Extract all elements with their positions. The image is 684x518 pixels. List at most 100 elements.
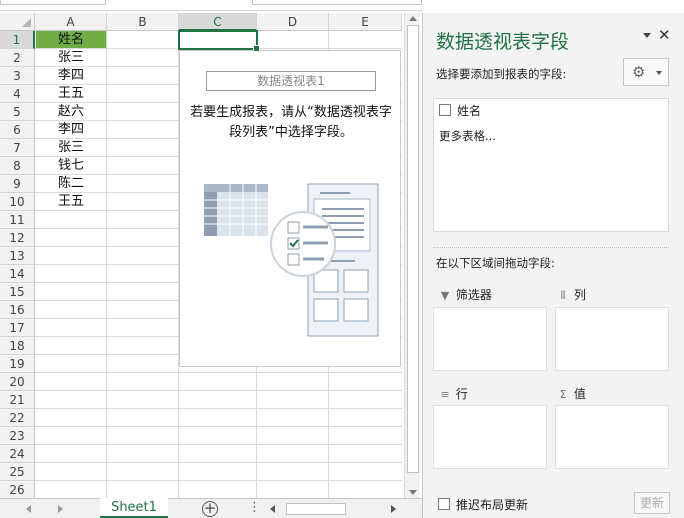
worksheet-grid[interactable]: A B C D E 1 2 3 4 5 6 7 8 9 10 11 12 13 14 15 16 17 18 19 2… (0, 13, 402, 498)
header-cell-a1[interactable]: 姓名 (36, 31, 106, 48)
values-drop-area[interactable] (555, 405, 669, 469)
sheet-tab-bar: Sheet1 + ⋮ (0, 498, 422, 518)
filters-drop-area[interactable] (433, 307, 547, 371)
row-header[interactable]: 20 (0, 373, 35, 391)
scrollbar-thumb[interactable] (286, 503, 346, 515)
data-cell[interactable]: 王五 (36, 85, 106, 102)
row-header[interactable]: 8 (0, 157, 35, 175)
row-header[interactable]: 22 (0, 409, 35, 427)
gridline (106, 31, 107, 498)
row-header[interactable]: 9 (0, 175, 35, 193)
row-header[interactable]: 2 (0, 49, 35, 67)
scroll-up-icon[interactable] (409, 16, 417, 21)
data-cell[interactable]: 赵六 (36, 103, 106, 120)
filter-icon: ▼ (440, 289, 450, 302)
more-tables-link[interactable]: 更多表格... (439, 128, 496, 144)
row-header[interactable]: 13 (0, 247, 35, 265)
row-header[interactable]: 25 (0, 463, 35, 481)
gridline (35, 372, 402, 373)
gridline (35, 408, 402, 409)
data-cell[interactable]: 钱七 (36, 157, 106, 174)
gridline (35, 444, 402, 445)
dropdown-icon[interactable] (643, 33, 651, 38)
horizontal-scrollbar[interactable] (266, 502, 400, 516)
columns-drop-area[interactable] (555, 307, 669, 371)
tools-button[interactable]: ⚙ (623, 58, 669, 86)
pane-title: 数据透视表字段 (436, 31, 570, 53)
values-label: 值 (573, 387, 586, 401)
pivot-table-placeholder[interactable]: 数据透视表1 若要生成报表，请从“数据透视表字段列表”中选择字段。 (179, 50, 401, 367)
row-header[interactable]: 17 (0, 319, 35, 337)
row-header[interactable]: 7 (0, 139, 35, 157)
rows-label: 行 (455, 387, 468, 401)
row-header[interactable]: 3 (0, 67, 35, 85)
data-cell[interactable]: 李四 (36, 67, 106, 84)
active-cell-c1[interactable] (178, 30, 260, 52)
tab-split-handle[interactable]: ⋮ (248, 500, 261, 516)
row-header[interactable]: 14 (0, 265, 35, 283)
tab-scroll-left-icon[interactable] (26, 505, 31, 513)
tab-scroll-right-icon[interactable] (58, 505, 63, 513)
data-cell[interactable]: 张三 (36, 49, 106, 66)
drag-fields-label: 在以下区域间拖动字段: (436, 256, 555, 270)
close-icon[interactable]: ✕ (658, 26, 671, 44)
column-header-d[interactable]: D (257, 13, 329, 31)
scrollbar-thumb[interactable] (407, 25, 419, 473)
row-header[interactable]: 18 (0, 337, 35, 355)
gridline (35, 480, 402, 481)
add-sheet-icon[interactable]: + (202, 501, 218, 517)
filters-area-header: ▼ 筛选器 (438, 286, 492, 303)
gear-icon: ⚙ (632, 63, 646, 81)
sigma-icon: Σ (559, 388, 567, 401)
pivot-illustration-icon (204, 183, 379, 337)
field-label-name[interactable]: 姓名 (457, 102, 481, 119)
row-header[interactable]: 16 (0, 301, 35, 319)
gridline (35, 390, 402, 391)
data-cell[interactable]: 陈二 (36, 175, 106, 192)
chevron-down-icon (656, 71, 662, 75)
row-header[interactable]: 12 (0, 229, 35, 247)
row-header[interactable]: 19 (0, 355, 35, 373)
column-header-e[interactable]: E (329, 13, 402, 31)
scroll-right-icon[interactable] (391, 505, 396, 513)
row-header[interactable]: 23 (0, 427, 35, 445)
defer-update-label: 推迟布局更新 (456, 498, 529, 512)
update-button[interactable]: 更新 (634, 492, 670, 514)
column-header-a[interactable]: A (35, 13, 107, 31)
row-header[interactable]: 10 (0, 193, 35, 211)
data-cell[interactable]: 王五 (36, 193, 106, 210)
row-header[interactable]: 11 (0, 211, 35, 229)
pivot-instruction-text: 若要生成报表，请从“数据透视表字段列表”中选择字段。 (190, 105, 392, 140)
field-list: 姓名 更多表格... (433, 98, 669, 232)
data-cell[interactable]: 张三 (36, 139, 106, 156)
tab-sheet1[interactable]: Sheet1 (100, 498, 168, 518)
defer-update-checkbox[interactable] (438, 498, 450, 510)
name-box[interactable] (0, 0, 106, 5)
row-header[interactable]: 4 (0, 85, 35, 103)
field-checkbox-name[interactable] (439, 104, 451, 116)
values-area-header: Σ 值 (556, 385, 586, 402)
pivot-table-title: 数据透视表1 (206, 71, 376, 91)
row-header[interactable]: 26 (0, 481, 35, 498)
formula-input[interactable] (252, 0, 422, 5)
rows-drop-area[interactable] (433, 405, 547, 469)
row-header[interactable]: 21 (0, 391, 35, 409)
scroll-left-icon[interactable] (270, 505, 275, 513)
column-header-b[interactable]: B (107, 13, 179, 31)
columns-area-header: ⦀ 列 (556, 286, 586, 303)
row-header[interactable]: 5 (0, 103, 35, 121)
row-header[interactable]: 24 (0, 445, 35, 463)
data-cell[interactable]: 李四 (36, 121, 106, 138)
scroll-down-icon[interactable] (409, 490, 417, 495)
row-header[interactable]: 15 (0, 283, 35, 301)
rows-icon: ≡ (440, 388, 450, 401)
pivot-fields-pane: 数据透视表字段 ✕ 选择要添加到报表的字段: ⚙ 姓名 更多表格... 在以下区… (422, 13, 684, 518)
row-header[interactable]: 6 (0, 121, 35, 139)
vertical-scrollbar[interactable] (404, 13, 420, 498)
rows-area-header: ≡ 行 (438, 385, 468, 402)
row-header[interactable]: 1 (0, 31, 35, 49)
column-header-c[interactable]: C (179, 13, 257, 31)
pane-divider[interactable] (433, 247, 669, 248)
choose-fields-label: 选择要添加到报表的字段: (436, 67, 567, 81)
select-all-corner[interactable] (0, 13, 35, 31)
